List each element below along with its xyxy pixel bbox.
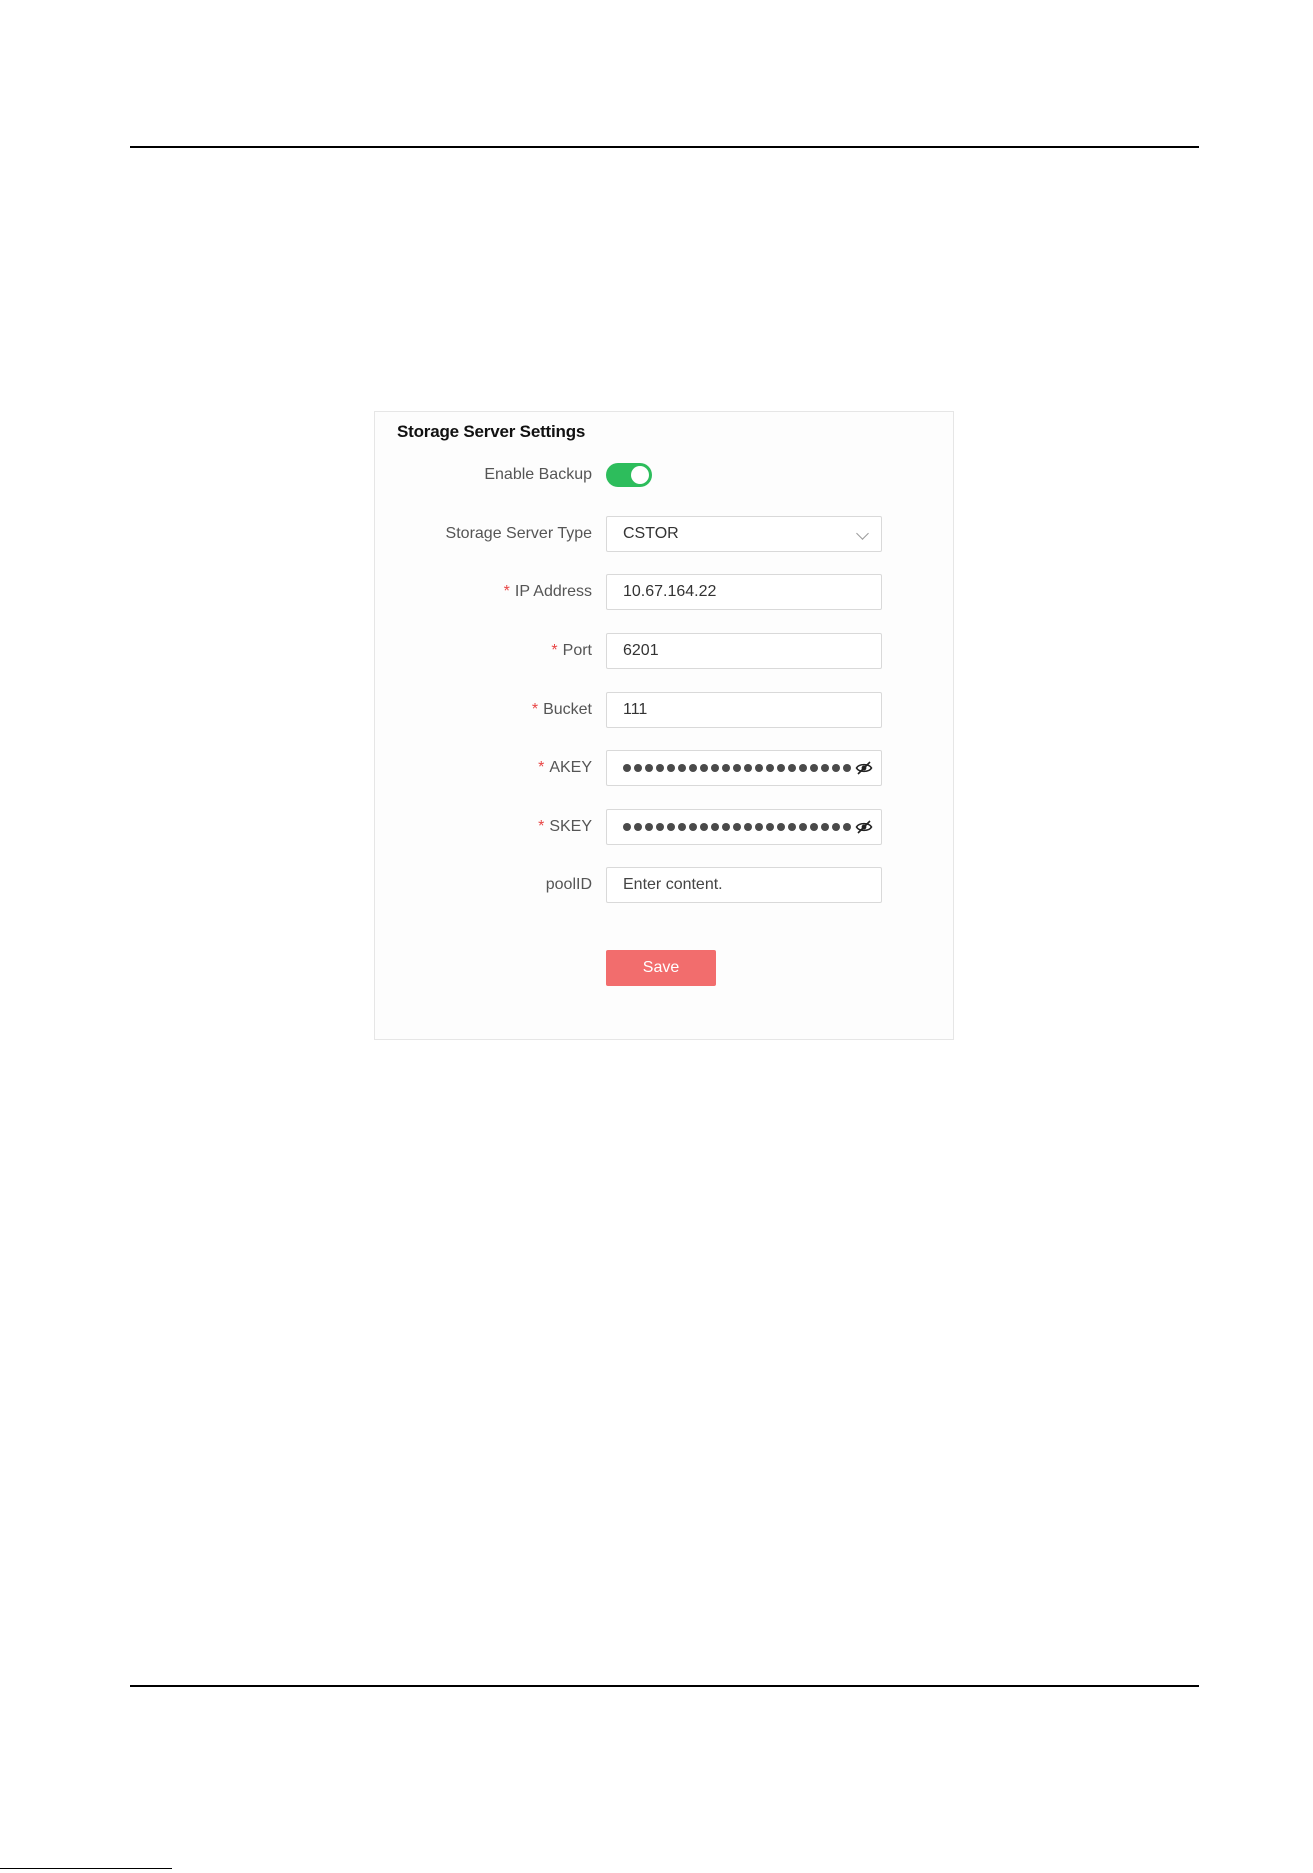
pool-id-placeholder: Enter content.: [623, 876, 723, 893]
mask-dot: [634, 764, 642, 772]
akey-row: * AKEY: [375, 750, 955, 786]
mask-dot: [678, 764, 686, 772]
bucket-row: * Bucket 111: [375, 692, 955, 728]
required-marker: *: [551, 642, 558, 659]
enable-backup-toggle[interactable]: [606, 463, 652, 487]
mask-dot: [843, 823, 851, 831]
footer-edge-line: [0, 1868, 172, 1869]
mask-dot: [700, 823, 708, 831]
port-row: * Port 6201: [375, 633, 955, 669]
mask-dot: [832, 764, 840, 772]
mask-dot: [766, 823, 774, 831]
skey-row: * SKEY: [375, 809, 955, 845]
port-label: * Port: [551, 642, 592, 659]
required-marker: *: [538, 818, 545, 835]
storage-server-type-row: Storage Server Type CSTOR: [375, 516, 955, 552]
mask-dot: [645, 823, 653, 831]
masked-value: [623, 810, 851, 844]
document-page: Storage Server Settings Enable Backup St…: [0, 0, 1313, 1873]
mask-dot: [634, 823, 642, 831]
eye-slash-icon[interactable]: [855, 760, 873, 776]
mask-dot: [722, 764, 730, 772]
required-marker: *: [531, 701, 539, 718]
panel-title: Storage Server Settings: [397, 422, 586, 441]
mask-dot: [799, 764, 807, 772]
masked-value: [623, 751, 851, 785]
mask-dot: [733, 823, 741, 831]
mask-dot: [766, 764, 774, 772]
mask-dot: [711, 823, 719, 831]
mask-dot: [821, 823, 829, 831]
storage-server-type-value: CSTOR: [623, 525, 679, 542]
mask-dot: [744, 823, 752, 831]
akey-label: * AKEY: [538, 759, 592, 776]
mask-dot: [810, 823, 818, 831]
save-button[interactable]: Save: [606, 950, 716, 986]
ip-address-input[interactable]: 10.67.164.22: [606, 574, 882, 610]
bucket-input[interactable]: 111: [606, 692, 882, 728]
skey-password-input[interactable]: [606, 809, 882, 845]
mask-dot: [700, 764, 708, 772]
mask-dot: [843, 764, 851, 772]
mask-dot: [755, 823, 763, 831]
mask-dot: [755, 764, 763, 772]
eye-slash-icon[interactable]: [855, 819, 873, 835]
mask-dot: [777, 823, 785, 831]
chevron-down-icon: [856, 527, 869, 540]
mask-dot: [678, 823, 686, 831]
header-rule: [130, 146, 1199, 148]
mask-dot: [810, 764, 818, 772]
mask-dot: [623, 764, 631, 772]
mask-dot: [623, 823, 631, 831]
mask-dot: [645, 764, 653, 772]
toggle-knob: [631, 466, 649, 484]
port-input[interactable]: 6201: [606, 633, 882, 669]
storage-server-type-label: Storage Server Type: [445, 525, 592, 542]
enable-backup-label: Enable Backup: [484, 466, 592, 483]
mask-dot: [744, 764, 752, 772]
enable-backup-row: Enable Backup: [375, 457, 955, 493]
mask-dot: [799, 823, 807, 831]
mask-dot: [656, 764, 664, 772]
storage-server-type-select[interactable]: CSTOR: [606, 516, 882, 552]
pool-id-input[interactable]: Enter content.: [606, 867, 882, 903]
pool-id-label: poolID: [545, 876, 592, 893]
mask-dot: [821, 764, 829, 772]
required-marker: *: [503, 583, 510, 600]
mask-dot: [689, 764, 697, 772]
bucket-label: * Bucket: [531, 701, 592, 718]
mask-dot: [733, 764, 741, 772]
mask-dot: [689, 823, 697, 831]
skey-label: * SKEY: [538, 818, 592, 835]
akey-password-input[interactable]: [606, 750, 882, 786]
pool-id-row: poolID Enter content.: [375, 867, 955, 903]
mask-dot: [777, 764, 785, 772]
mask-dot: [711, 764, 719, 772]
mask-dot: [667, 823, 675, 831]
mask-dot: [788, 764, 796, 772]
mask-dot: [667, 764, 675, 772]
mask-dot: [722, 823, 730, 831]
mask-dot: [832, 823, 840, 831]
mask-dot: [656, 823, 664, 831]
storage-server-settings-panel: Storage Server Settings Enable Backup St…: [374, 411, 954, 1040]
required-marker: *: [538, 759, 545, 776]
ip-address-label: * IP Address: [503, 583, 592, 600]
mask-dot: [788, 823, 796, 831]
ip-address-row: * IP Address 10.67.164.22: [375, 574, 955, 610]
footer-rule: [130, 1685, 1199, 1687]
